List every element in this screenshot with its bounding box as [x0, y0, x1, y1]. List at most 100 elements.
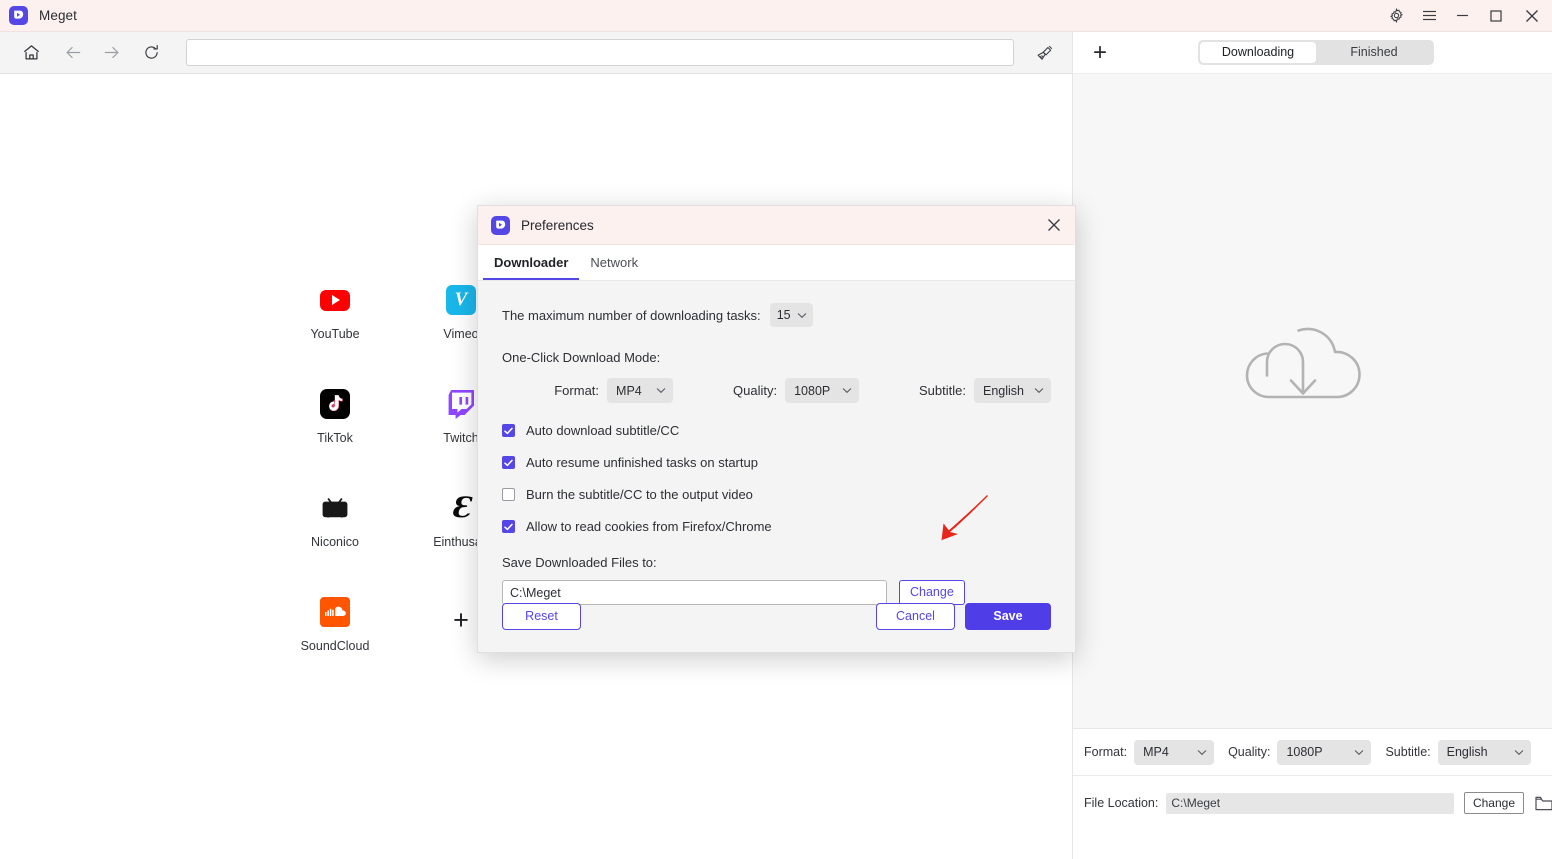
- chevron-down-icon: [646, 387, 666, 394]
- quality-select[interactable]: 1080P: [1277, 739, 1372, 765]
- minimize-icon[interactable]: [1446, 0, 1479, 32]
- save-location-label: Save Downloaded Files to:: [502, 555, 657, 570]
- site-label: Vimeo: [443, 327, 479, 341]
- chevron-down-icon: [1024, 387, 1044, 394]
- file-location-input[interactable]: [1166, 792, 1454, 814]
- twitch-icon: [446, 389, 476, 419]
- address-bar-input[interactable]: [186, 39, 1014, 66]
- tab-downloading[interactable]: Downloading: [1200, 42, 1316, 63]
- tab-network[interactable]: Network: [579, 246, 649, 280]
- download-status-tabs: Downloading Finished: [1198, 40, 1434, 65]
- site-tile-niconico[interactable]: Niconico: [272, 485, 398, 589]
- format-value: MP4: [1143, 745, 1169, 759]
- chevron-down-icon: [1185, 749, 1207, 756]
- format-label: Format:: [1084, 745, 1128, 759]
- site-label: YouTube: [310, 327, 360, 341]
- arrow-left-icon[interactable]: [56, 36, 90, 70]
- checkbox-checked-icon[interactable]: [502, 456, 515, 469]
- tiktok-icon: [320, 389, 350, 419]
- meget-logo-icon: [9, 6, 28, 25]
- format-value: MP4: [616, 383, 642, 398]
- tab-finished[interactable]: Finished: [1316, 42, 1432, 63]
- max-tasks-select[interactable]: 15: [769, 303, 813, 327]
- chevron-down-icon: [832, 387, 852, 394]
- site-tile-tiktok[interactable]: TikTok: [272, 381, 398, 485]
- soundcloud-icon: [320, 597, 350, 627]
- subtitle-value: English: [983, 383, 1024, 398]
- close-icon[interactable]: [1512, 0, 1552, 32]
- dialog-footer: Reset Cancel Save: [478, 580, 1075, 652]
- one-click-mode-row: Format: MP4 Quality: 1080P Subtitle: Eng…: [502, 378, 1051, 403]
- site-label: Niconico: [311, 535, 359, 549]
- home-icon[interactable]: [14, 36, 48, 70]
- quality-value: 1080P: [1286, 745, 1323, 759]
- checkbox-row-read-cookies[interactable]: Allow to read cookies from Firefox/Chrom…: [502, 519, 1051, 534]
- one-click-mode-label: One-Click Download Mode:: [502, 350, 661, 365]
- subtitle-select[interactable]: English: [974, 378, 1051, 403]
- checkbox-row-auto-download-subtitle[interactable]: Auto download subtitle/CC: [502, 423, 1051, 438]
- meget-logo-icon: [491, 215, 510, 235]
- add-task-button[interactable]: +: [1081, 32, 1119, 74]
- checkbox-row-burn-subtitle[interactable]: Burn the subtitle/CC to the output video: [502, 487, 1051, 502]
- dialog-body: The maximum number of downloading tasks:…: [478, 281, 1075, 605]
- subtitle-label: Subtitle:: [919, 383, 966, 398]
- checkbox-label: Auto resume unfinished tasks on startup: [526, 455, 758, 470]
- site-label: Twitch: [443, 431, 479, 445]
- site-tile-soundcloud[interactable]: SoundCloud: [272, 589, 398, 693]
- max-tasks-row: The maximum number of downloading tasks:…: [502, 303, 1051, 327]
- vimeo-icon: V: [446, 285, 476, 315]
- reset-button[interactable]: Reset: [502, 602, 581, 630]
- quality-label: Quality:: [1228, 745, 1271, 759]
- download-options-footer: Format: MP4 Quality: 1080P Subtitle: Eng…: [1073, 728, 1552, 859]
- plus-icon: +: [453, 605, 469, 635]
- cancel-button[interactable]: Cancel: [876, 602, 955, 630]
- einthusan-icon: Ɛ: [450, 491, 472, 524]
- subtitle-label: Subtitle:: [1385, 745, 1431, 759]
- niconico-icon: [320, 493, 350, 523]
- download-panel-header: + Downloading Finished: [1073, 32, 1552, 74]
- hamburger-menu-icon[interactable]: [1413, 0, 1446, 32]
- format-select[interactable]: MP4: [607, 378, 673, 403]
- dialog-titlebar: Preferences: [478, 206, 1075, 245]
- app-window: Meget YouTube V Vimeo TikTok Twitch Nico…: [0, 0, 1552, 859]
- site-label: SoundCloud: [300, 639, 370, 653]
- download-panel: + Downloading Finished Format: MP4 Quali…: [1072, 32, 1552, 859]
- chevron-down-icon: [1502, 749, 1524, 756]
- file-location-change-button[interactable]: Change: [1463, 792, 1524, 814]
- gear-icon[interactable]: [1380, 0, 1413, 32]
- file-location-row: File Location: Change: [1073, 776, 1552, 830]
- checkbox-label: Allow to read cookies from Firefox/Chrom…: [526, 519, 772, 534]
- max-tasks-label: The maximum number of downloading tasks:: [502, 307, 761, 323]
- window-titlebar: Meget: [0, 0, 1552, 32]
- preferences-dialog: Preferences Downloader Network The maxim…: [477, 205, 1076, 653]
- tab-downloader[interactable]: Downloader: [483, 246, 580, 280]
- download-format-row: Format: MP4 Quality: 1080P Subtitle: Eng…: [1073, 729, 1552, 776]
- subtitle-value: English: [1446, 745, 1488, 759]
- save-button[interactable]: Save: [965, 602, 1051, 630]
- quality-select[interactable]: 1080P: [785, 378, 859, 403]
- chevron-down-icon: [1342, 749, 1364, 756]
- checkbox-checked-icon[interactable]: [502, 424, 515, 437]
- broom-icon[interactable]: [1028, 36, 1062, 70]
- reload-icon[interactable]: [134, 36, 168, 70]
- file-location-label: File Location:: [1084, 796, 1159, 810]
- chevron-down-icon: [797, 312, 807, 319]
- site-tile-youtube[interactable]: YouTube: [272, 277, 398, 381]
- window-controls: [1380, 0, 1552, 32]
- arrow-right-icon[interactable]: [94, 36, 128, 70]
- checkbox-unchecked-icon[interactable]: [502, 488, 515, 501]
- browser-toolbar: [0, 32, 1072, 74]
- app-title: Meget: [39, 8, 78, 23]
- quality-label: Quality:: [733, 383, 778, 398]
- quality-value: 1080P: [794, 383, 831, 398]
- dialog-title: Preferences: [521, 217, 594, 233]
- close-icon[interactable]: [1033, 206, 1075, 245]
- maximize-icon[interactable]: [1479, 0, 1512, 32]
- checkbox-row-auto-resume[interactable]: Auto resume unfinished tasks on startup: [502, 455, 1051, 470]
- format-select[interactable]: MP4: [1134, 739, 1215, 765]
- checkbox-checked-icon[interactable]: [502, 520, 515, 533]
- subtitle-select[interactable]: English: [1437, 739, 1531, 765]
- folder-icon[interactable]: [1535, 796, 1552, 811]
- checkbox-label: Burn the subtitle/CC to the output video: [526, 487, 753, 502]
- max-tasks-value: 15: [776, 308, 791, 322]
